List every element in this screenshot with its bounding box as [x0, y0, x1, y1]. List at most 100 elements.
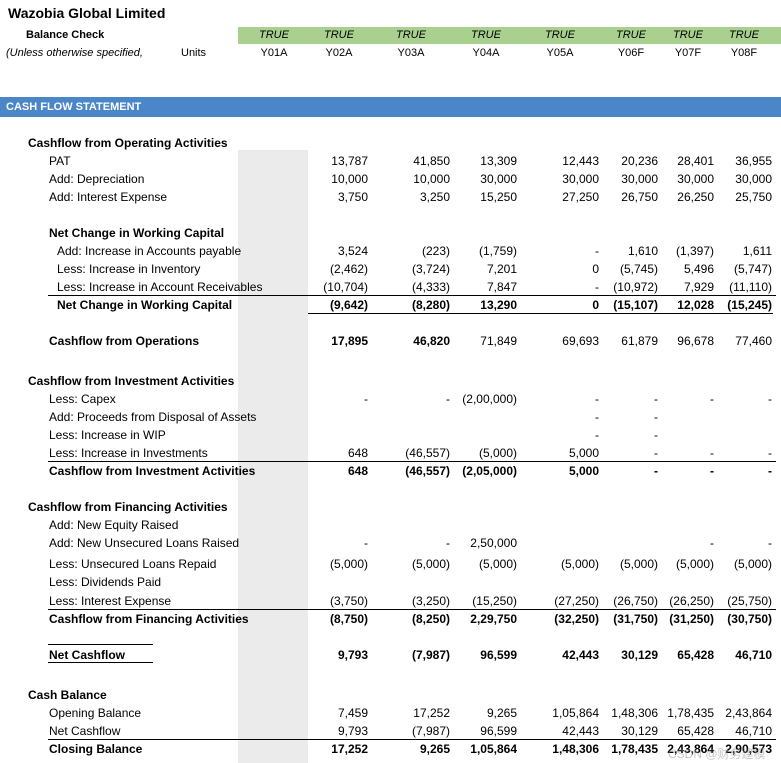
row-label: Less: Increase in Investments: [49, 446, 208, 460]
table-row: Add: Depreciation 10,000 10,000 30,000 30,00…: [0, 172, 781, 190]
value-cell: (26,750): [613, 594, 658, 608]
value-cell: 13,309: [480, 154, 517, 168]
value-cell: (9,642): [329, 298, 368, 312]
value-cell: -: [710, 392, 714, 406]
value-cell: 15,250: [480, 190, 517, 204]
value-cell: (31,250): [669, 612, 714, 626]
value-cell: 30,000: [735, 172, 772, 186]
balance-check-cell: TRUE: [616, 29, 646, 41]
table-row: Net Cashflow 9,793 (7,987) 96,599 42,443 30,1…: [0, 648, 781, 666]
balance-check-cell: TRUE: [673, 29, 703, 41]
value-cell: (5,747): [733, 262, 772, 276]
row-label: Net Change in Working Capital: [57, 298, 233, 312]
value-cell: -: [710, 446, 714, 460]
value-cell: 30,129: [621, 724, 658, 738]
value-cell: 26,750: [621, 190, 658, 204]
total-rule: [48, 739, 776, 740]
value-cell: 27,250: [562, 190, 599, 204]
table-row: Add: New Unsecured Loans Raised - - 2,50,00…: [0, 536, 781, 554]
value-cell: 5,000: [568, 446, 599, 460]
total-rule: [48, 662, 153, 663]
value-cell: (4,333): [411, 280, 450, 294]
row-label: Add: Increase in Accounts payable: [57, 244, 242, 258]
value-cell: (8,250): [411, 612, 450, 626]
year-header: Y07F: [674, 47, 702, 59]
value-cell: 20,236: [621, 154, 658, 168]
value-cell: (5,000): [619, 557, 658, 571]
value-cell: (5,000): [478, 557, 517, 571]
table-row: Less: Capex - - (2,00,000) - - - -: [0, 392, 781, 410]
value-cell: 17,252: [331, 742, 368, 756]
value-cell: (5,000): [478, 446, 517, 460]
table-row: Net Change in Working Capital: [0, 226, 781, 244]
value-cell: -: [710, 464, 714, 478]
value-cell: 46,710: [735, 724, 772, 738]
value-cell: 42,443: [562, 648, 599, 662]
value-cell: (46,557): [405, 464, 450, 478]
row-label: Cash Balance: [28, 688, 107, 702]
value-cell: 77,460: [735, 334, 772, 348]
table-row: Add: Interest Expense 3,750 3,250 15,250 27,…: [0, 190, 781, 208]
table-row: Add: Increase in Accounts payable 3,524 (2…: [0, 244, 781, 262]
value-cell: -: [710, 536, 714, 550]
value-cell: 9,265: [486, 706, 517, 720]
value-cell: (1,759): [478, 244, 517, 258]
value-cell: (3,724): [411, 262, 450, 276]
balance-check-label: Balance Check: [26, 29, 105, 41]
year-header: Y02A: [325, 47, 353, 59]
value-cell: 12,443: [562, 154, 599, 168]
row-label: Add: Proceeds from Disposal of Assets: [49, 410, 257, 424]
table-row: Less: Dividends Paid: [0, 575, 781, 593]
value-cell: -: [446, 536, 450, 550]
value-cell: -: [654, 410, 658, 424]
value-cell: 61,879: [621, 334, 658, 348]
row-label: Net Cashflow: [49, 648, 126, 662]
value-cell: (32,250): [554, 612, 599, 626]
value-cell: 10,000: [413, 172, 450, 186]
value-cell: (11,110): [729, 280, 772, 294]
row-label: Cashflow from Operating Activities: [28, 136, 228, 150]
total-rule: [308, 461, 773, 462]
table-row: Cashflow from Investment Activities: [0, 374, 781, 392]
value-cell: 7,201: [486, 262, 517, 276]
table-row: Closing Balance 17,252 9,265 1,05,864 1,48,3…: [0, 742, 781, 760]
value-cell: (3,250): [411, 594, 450, 608]
row-label: Cashflow from Investment Activities: [49, 464, 256, 478]
value-cell: 42,443: [562, 724, 599, 738]
value-cell: 46,820: [413, 334, 450, 348]
value-cell: 25,750: [735, 190, 772, 204]
value-cell: 0: [592, 262, 599, 276]
table-row: Opening Balance 7,459 17,252 9,265 1,05,864 1…: [0, 706, 781, 724]
value-cell: -: [654, 428, 658, 442]
value-cell: 12,028: [677, 298, 714, 312]
year-header: Y01A: [260, 47, 288, 59]
value-cell: 9,265: [419, 742, 450, 756]
value-cell: 1,78,435: [611, 742, 658, 756]
value-cell: 17,895: [331, 334, 368, 348]
value-cell: 30,000: [480, 172, 517, 186]
year-header: Y05A: [546, 47, 574, 59]
value-cell: 96,678: [677, 334, 714, 348]
value-cell: 96,599: [480, 724, 517, 738]
row-label: Add: Interest Expense: [49, 190, 168, 204]
table-row: Cash Balance: [0, 688, 781, 706]
value-cell: -: [768, 446, 772, 460]
value-cell: 1,610: [627, 244, 658, 258]
value-cell: -: [595, 428, 599, 442]
watermark: CSDN @财务建模: [668, 747, 766, 761]
value-cell: 46,710: [735, 648, 772, 662]
value-cell: -: [654, 392, 658, 406]
balance-check-cell: TRUE: [545, 29, 575, 41]
value-cell: (46,557): [405, 446, 450, 460]
table-row: Cashflow from Financing Activities: [0, 500, 781, 518]
value-cell: 71,849: [480, 334, 517, 348]
row-label: Less: Unsecured Loans Repaid: [49, 557, 217, 571]
value-cell: -: [364, 536, 368, 550]
year-header: Y08F: [730, 47, 758, 59]
value-cell: (7,987): [411, 724, 450, 738]
value-cell: 2,43,864: [725, 706, 772, 720]
value-cell: (26,250): [669, 594, 714, 608]
row-label: Cashflow from Financing Activities: [49, 612, 249, 626]
table-row: Cashflow from Operating Activities: [0, 136, 781, 154]
section-title: CASH FLOW STATEMENT: [6, 101, 142, 113]
